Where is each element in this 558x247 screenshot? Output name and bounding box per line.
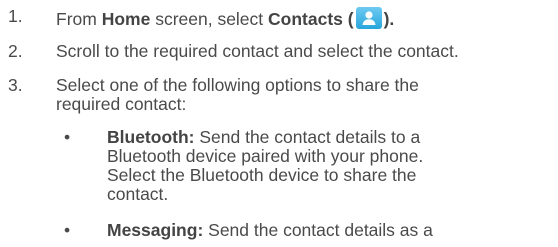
step-number: 3. [8,75,23,95]
option-label: Bluetooth: [107,127,195,147]
step-number: 2. [8,41,23,61]
bullet: • [64,127,71,147]
step-number: 1. [8,6,23,26]
instruction-document: 1. From Home screen, select Contacts ().… [0,0,558,247]
option-text: Messaging: Send the contact details as a [107,220,433,240]
option-text: Bluetooth: Send the contact details to a… [107,127,424,204]
option-label: Messaging: [107,220,204,240]
step-text: Select one of the following options to s… [56,75,419,114]
home-label: Home [101,9,151,29]
contacts-label: Contacts (). [268,7,395,29]
contacts-person-icon [355,7,382,29]
bullet: • [64,220,71,240]
step-text: Scroll to the required contact and selec… [56,41,459,61]
step-text: From Home screen, select Contacts (). [56,7,395,29]
